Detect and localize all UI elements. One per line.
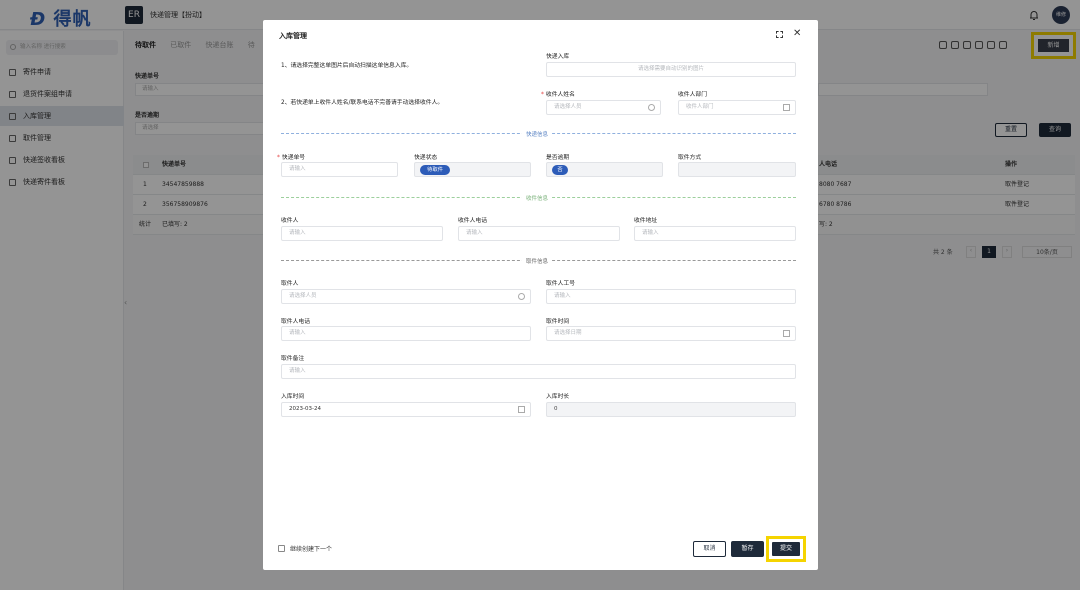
recipient-name-label: * 收件人姓名: [541, 92, 575, 98]
recipient-dept-select[interactable]: 收件人部门: [678, 100, 796, 115]
in-time-label: 入库时间: [281, 394, 305, 400]
cancel-button[interactable]: 取消: [693, 541, 726, 557]
save-draft-button[interactable]: 暂存: [731, 541, 764, 557]
tracking-label: * 快递单号: [277, 155, 306, 161]
overdue-tag: 否: [552, 165, 568, 175]
picker-id-input[interactable]: 请输入: [546, 289, 796, 304]
modal-title: 入库管理: [279, 32, 307, 40]
tracking-input[interactable]: 请输入: [281, 162, 398, 177]
continue-checkbox[interactable]: [278, 545, 285, 552]
calendar-icon: [518, 406, 525, 413]
recipient-addr-label: 收件地址: [634, 218, 658, 224]
instruction-2: 2、若快递单上收件人姓名/联系电话不完善请手动选择收件人。: [281, 100, 444, 106]
instruction-1: 1、请选择完整这单图片后自动扫描这单信息入库。: [281, 63, 413, 69]
user-icon: [518, 293, 525, 300]
section-recipient-title: 收件信息: [522, 194, 553, 202]
close-icon[interactable]: ✕: [793, 28, 801, 39]
picker-id-label: 取件人工号: [546, 281, 575, 287]
recipient-addr-input[interactable]: 请输入: [634, 226, 796, 241]
recipient-phone-label: 收件人电话: [458, 218, 487, 224]
pickup-method-label: 取件方式: [678, 155, 702, 161]
recipient-dept-label: 收件人部门: [678, 92, 707, 98]
fullscreen-icon[interactable]: [776, 31, 783, 38]
in-time-picker[interactable]: 2023-03-24: [281, 402, 531, 417]
pickup-note-label: 取件备注: [281, 356, 305, 362]
org-icon: [783, 104, 790, 111]
status-label: 快递状态: [414, 155, 438, 161]
picker-phone-label: 取件人电话: [281, 319, 310, 325]
recipient-name-select[interactable]: 请选择人员: [546, 100, 661, 115]
picker-phone-input[interactable]: 请输入: [281, 326, 531, 341]
submit-button[interactable]: 提交: [772, 542, 800, 556]
section-express-title: 快递信息: [522, 130, 553, 138]
recipient-label: 收件人: [281, 218, 299, 224]
overdue-field: 否: [546, 162, 663, 177]
calendar-icon: [783, 330, 790, 337]
pickup-time-picker[interactable]: 请选择日期: [546, 326, 796, 341]
status-tag: 待取件: [420, 165, 450, 175]
inbound-modal: 入库管理 ✕ 1、请选择完整这单图片后自动扫描这单信息入库。 2、若快递单上收件…: [263, 20, 818, 570]
pickup-time-label: 取件时间: [546, 319, 570, 325]
pickup-note-input[interactable]: 请输入: [281, 364, 796, 379]
continue-label: 继续创建下一个: [290, 546, 333, 553]
section-pickup-title: 取件信息: [522, 257, 553, 265]
recipient-phone-input[interactable]: 请输入: [458, 226, 620, 241]
pickup-method-field: [678, 162, 796, 177]
user-icon: [648, 104, 655, 111]
overdue-label: 是否逾期: [546, 155, 570, 161]
picker-label: 取件人: [281, 281, 299, 287]
in-duration-field: 0: [546, 402, 796, 417]
submit-button-highlight: 提交: [766, 536, 806, 562]
recipient-input[interactable]: 请输入: [281, 226, 443, 241]
image-upload-input[interactable]: 请选择需要自动识别的图片: [546, 62, 796, 77]
picker-select[interactable]: 请选择人员: [281, 289, 531, 304]
status-field: 待取件: [414, 162, 531, 177]
in-duration-label: 入库时长: [546, 394, 570, 400]
express-in-label: 快递入库: [546, 54, 570, 60]
